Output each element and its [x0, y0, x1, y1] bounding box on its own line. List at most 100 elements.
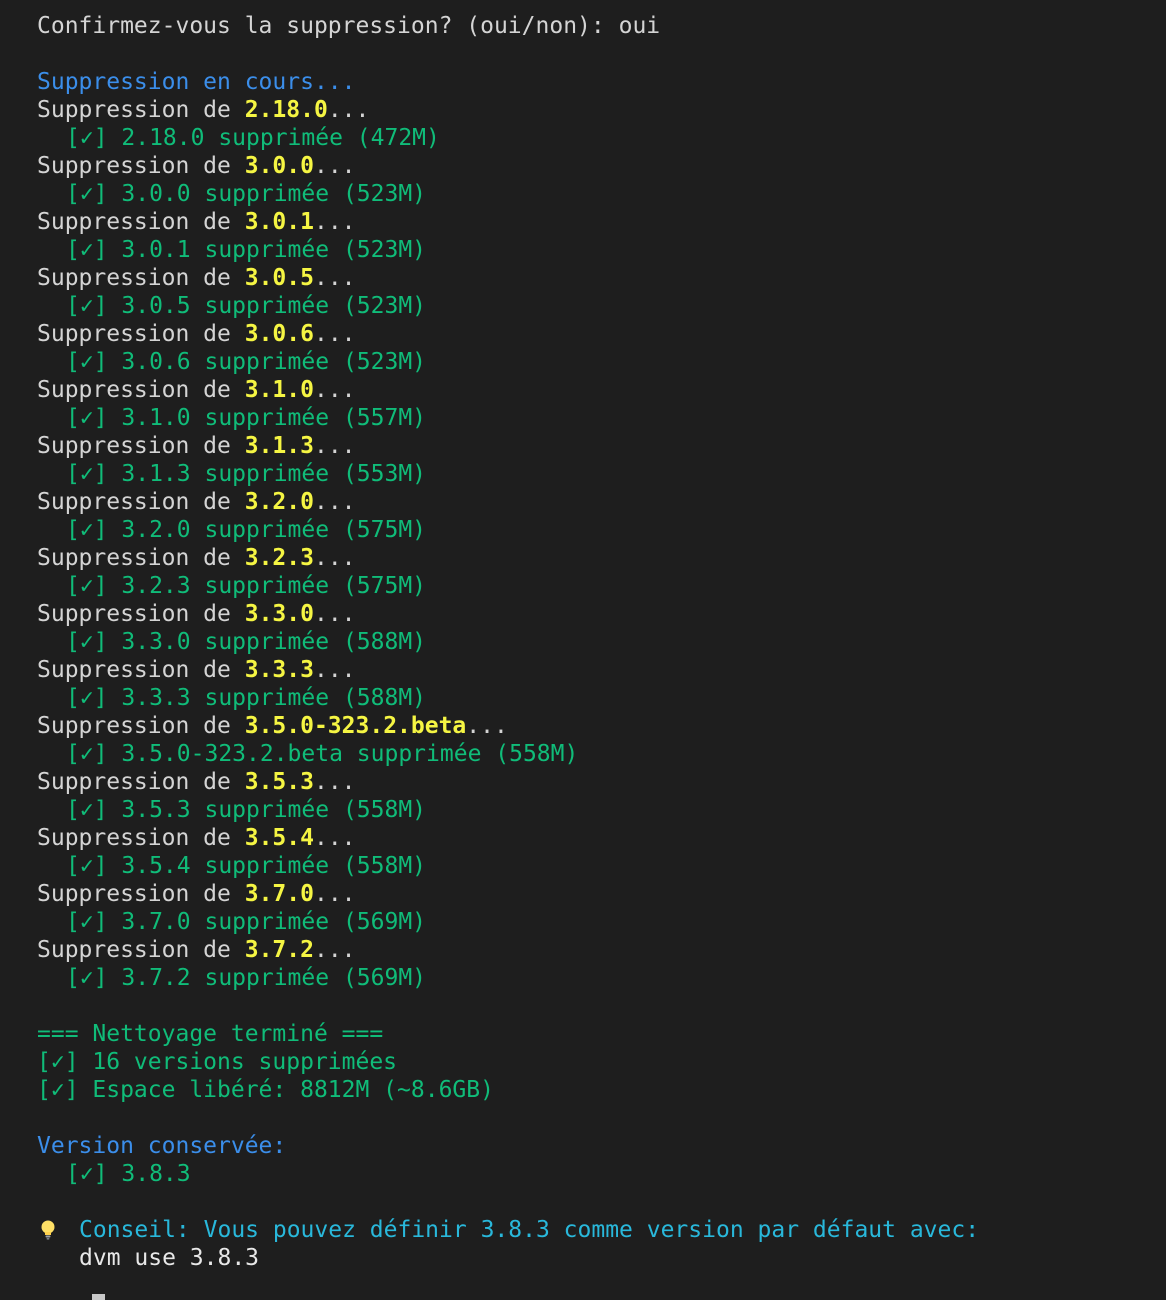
deletion-line: Suppression de 3.1.3... — [37, 432, 1166, 460]
deletion-line: Suppression de 3.7.0... — [37, 880, 1166, 908]
deletion-suffix: ... — [327, 97, 370, 123]
deletion-version: 3.7.2 — [244, 937, 314, 963]
deletion-line: Suppression de 3.0.0... — [37, 152, 1166, 180]
deletion-prefix: Suppression de — [37, 321, 245, 347]
deletion-prefix: Suppression de — [37, 769, 245, 795]
deletion-result: [✓] 3.7.0 supprimée (569M) — [66, 909, 427, 935]
deletion-prefix: Suppression de — [37, 97, 245, 123]
summary-title: === Nettoyage terminé === — [37, 1021, 384, 1047]
deletion-prefix: Suppression de — [37, 265, 245, 291]
terminal-cursor — [92, 1294, 105, 1300]
deletion-line: Suppression de 3.5.4... — [37, 824, 1166, 852]
deletion-suffix: ... — [313, 209, 356, 235]
deletion-version: 3.0.0 — [244, 153, 314, 179]
deletion-suffix: ... — [313, 433, 356, 459]
deletion-version: 3.0.5 — [244, 265, 314, 291]
deletion-result: [✓] 3.1.3 supprimée (553M) — [66, 461, 427, 487]
confirm-prompt-line: Confirmez-vous la suppression? (oui/non)… — [37, 12, 1166, 40]
deletion-version: 3.1.3 — [244, 433, 314, 459]
deletion-line: Suppression de 3.3.0... — [37, 600, 1166, 628]
deletion-suffix: ... — [313, 545, 356, 571]
deletion-result: [✓] 2.18.0 supprimée (472M) — [66, 125, 440, 151]
deletion-result: [✓] 3.2.3 supprimée (575M) — [66, 573, 427, 599]
kept-version: [✓] 3.8.3 — [66, 1161, 191, 1187]
deletion-prefix: Suppression de — [37, 601, 245, 627]
summary-space: [✓] Espace libéré: 8812M (~8.6GB) — [37, 1077, 494, 1103]
deletion-prefix: Suppression de — [37, 657, 245, 683]
tip-command: dvm use 3.8.3 — [79, 1245, 260, 1271]
deletion-prefix: Suppression de — [37, 489, 245, 515]
deletion-suffix: ... — [313, 601, 356, 627]
deletion-prefix: Suppression de — [37, 881, 245, 907]
deletion-result: [✓] 3.5.3 supprimée (558M) — [66, 797, 427, 823]
confirm-answer: oui — [618, 13, 661, 39]
deletion-result: [✓] 3.0.0 supprimée (523M) — [66, 181, 427, 207]
deletion-version: 3.2.0 — [244, 489, 314, 515]
deletion-prefix: Suppression de — [37, 153, 245, 179]
deletion-line: Suppression de 3.0.5... — [37, 264, 1166, 292]
deletion-version: 3.5.3 — [244, 769, 314, 795]
tip-text: Conseil: Vous pouvez définir 3.8.3 comme… — [79, 1217, 980, 1243]
deletion-version: 3.0.1 — [244, 209, 314, 235]
deletion-version: 3.0.6 — [244, 321, 314, 347]
deletion-line: Suppression de 3.1.0... — [37, 376, 1166, 404]
deletion-prefix: Suppression de — [37, 825, 245, 851]
deletion-version: 3.2.3 — [244, 545, 314, 571]
deletion-line: Suppression de 3.2.3... — [37, 544, 1166, 572]
deletion-version: 3.7.0 — [244, 881, 314, 907]
deletion-line: Suppression de 3.0.1... — [37, 208, 1166, 236]
deletion-version: 3.5.4 — [244, 825, 314, 851]
confirm-question: Confirmez-vous la suppression? (oui/non)… — [37, 13, 619, 39]
deletion-version: 3.3.0 — [244, 601, 314, 627]
deletion-prefix: Suppression de — [37, 545, 245, 571]
deletion-version: 2.18.0 — [244, 97, 328, 123]
deletion-version: 3.1.0 — [244, 377, 314, 403]
deletion-prefix: Suppression de — [37, 377, 245, 403]
progress-header: Suppression en cours... — [37, 69, 356, 95]
deletion-suffix: ... — [313, 265, 356, 291]
deletion-line: Suppression de 3.5.0-323.2.beta... — [37, 712, 1166, 740]
cursor-line — [37, 1272, 1166, 1300]
deletion-log: Suppression de 2.18.0... [✓] 2.18.0 suppr… — [37, 96, 1166, 992]
terminal-output[interactable]: Confirmez-vous la suppression? (oui/non)… — [37, 12, 1166, 1300]
deletion-prefix: Suppression de — [37, 713, 245, 739]
tip-line: Conseil: Vous pouvez définir 3.8.3 comme… — [0, 1216, 1166, 1244]
deletion-suffix: ... — [313, 769, 356, 795]
deletion-result: [✓] 3.5.4 supprimée (558M) — [66, 853, 427, 879]
deletion-suffix: ... — [313, 657, 356, 683]
deletion-line: Suppression de 2.18.0... — [37, 96, 1166, 124]
summary-count: [✓] 16 versions supprimées — [37, 1049, 398, 1075]
deletion-version: 3.5.0-323.2.beta — [244, 713, 467, 739]
deletion-line: Suppression de 3.0.6... — [37, 320, 1166, 348]
deletion-line: Suppression de 3.3.3... — [37, 656, 1166, 684]
deletion-prefix: Suppression de — [37, 209, 245, 235]
deletion-version: 3.3.3 — [244, 657, 314, 683]
deletion-suffix: ... — [466, 713, 508, 739]
deletion-line: Suppression de 3.7.2... — [37, 936, 1166, 964]
deletion-result: [✓] 3.7.2 supprimée (569M) — [66, 965, 427, 991]
deletion-line: Suppression de 3.2.0... — [37, 488, 1166, 516]
deletion-suffix: ... — [313, 321, 356, 347]
deletion-prefix: Suppression de — [37, 433, 245, 459]
deletion-result: [✓] 3.2.0 supprimée (575M) — [66, 517, 427, 543]
deletion-result: [✓] 3.0.5 supprimée (523M) — [66, 293, 427, 319]
deletion-result: [✓] 3.0.1 supprimée (523M) — [66, 237, 427, 263]
deletion-result: [✓] 3.1.0 supprimée (557M) — [66, 405, 427, 431]
deletion-result: [✓] 3.3.3 supprimée (588M) — [66, 685, 427, 711]
deletion-prefix: Suppression de — [37, 937, 245, 963]
deletion-line: Suppression de 3.5.3... — [37, 768, 1166, 796]
deletion-result: [✓] 3.5.0-323.2.beta supprimée (558M) — [66, 741, 579, 767]
deletion-suffix: ... — [313, 825, 356, 851]
deletion-result: [✓] 3.0.6 supprimée (523M) — [66, 349, 427, 375]
deletion-suffix: ... — [313, 489, 356, 515]
deletion-suffix: ... — [313, 377, 356, 403]
deletion-suffix: ... — [313, 153, 356, 179]
deletion-suffix: ... — [313, 881, 356, 907]
deletion-result: [✓] 3.3.0 supprimée (588M) — [66, 629, 427, 655]
deletion-suffix: ... — [313, 937, 356, 963]
kept-title: Version conservée: — [37, 1133, 287, 1159]
